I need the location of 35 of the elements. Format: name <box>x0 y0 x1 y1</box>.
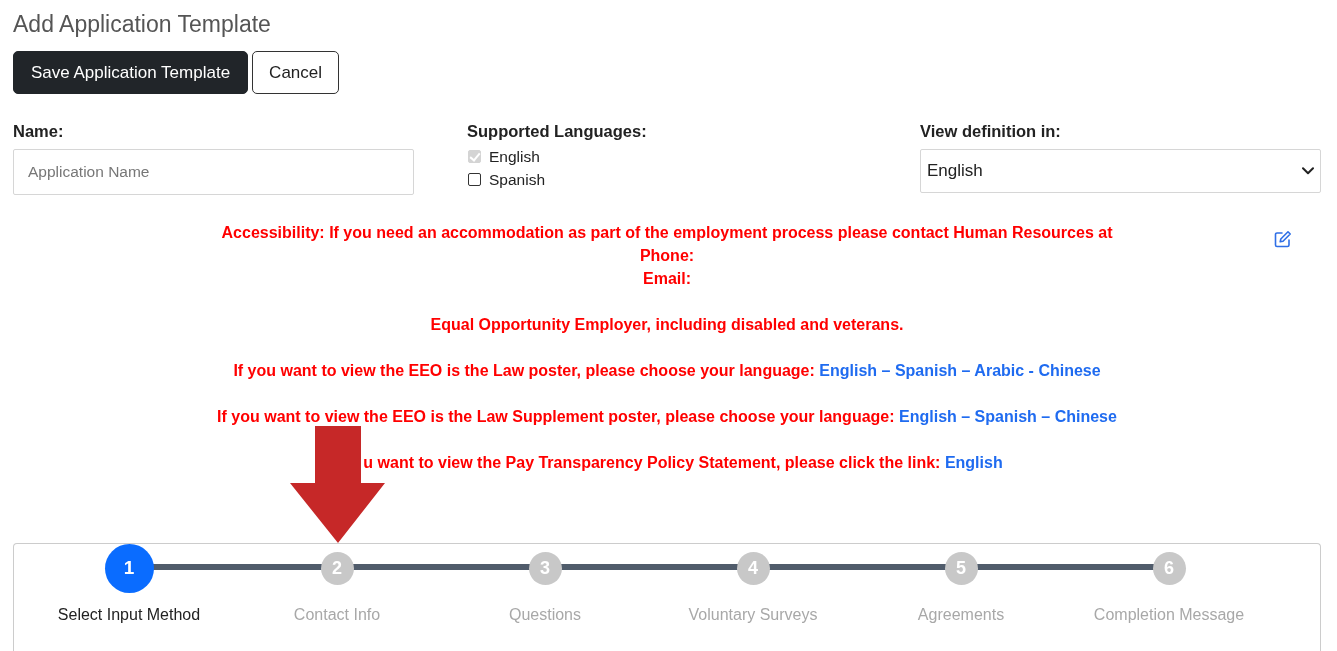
page-title: Add Application Template <box>13 10 272 38</box>
notice-text: Accessibility: If you need an accommodation as part of the employment process please contact Human Resources at <box>221 223 1113 243</box>
primary-button[interactable]: Save Application Template <box>13 51 249 94</box>
checkbox[interactable] <box>468 173 481 186</box>
language-link[interactable]: Arabic <box>974 362 1025 379</box>
outline-button[interactable]: Cancel <box>252 51 340 94</box>
notice-text: u want to view the Pay Transparency Policy Statement, please click the link: English <box>363 453 1003 473</box>
language-link[interactable]: English <box>819 362 878 379</box>
step-label[interactable]: Contact Info <box>293 605 381 625</box>
step-circle[interactable]: 1 <box>104 543 154 593</box>
notice-text: Phone: <box>639 246 695 266</box>
step-label[interactable]: Completion Message <box>1093 605 1245 625</box>
language-link[interactable]: Chinese <box>1054 408 1117 425</box>
notice-text: If you want to view the EEO is the Law Supplement poster, please choose your language: English – Spanish – Chinese <box>217 407 1117 427</box>
language-link[interactable]: Chinese <box>1038 362 1101 379</box>
step-label[interactable]: Select Input Method <box>57 605 201 625</box>
language-link[interactable]: Spanish <box>894 362 958 379</box>
edit-icon[interactable] <box>1274 230 1292 248</box>
notice-text: If you want to view the EEO is the Law poster, please choose your language: English – Spanish – Arabic - Chinese <box>233 361 1101 381</box>
language-link[interactable]: English <box>899 408 957 425</box>
field-label: Name: <box>13 122 65 140</box>
step-label[interactable]: Questions <box>508 605 581 625</box>
language-select[interactable]: English <box>920 149 1321 193</box>
checkbox-label: Spanish <box>489 170 545 189</box>
notice-text: Email: <box>643 269 691 289</box>
notice-text: Equal Opportunity Employer, including disabled and veterans. <box>430 315 904 335</box>
checkbox-label: English <box>489 147 540 166</box>
step-label[interactable]: Agreements <box>917 605 1005 625</box>
language-link[interactable]: English <box>944 454 1003 471</box>
name-input[interactable]: Application Name <box>13 149 414 195</box>
step-label[interactable]: Voluntary Surveys <box>688 605 818 625</box>
field-label: Supported Languages: <box>467 122 648 140</box>
chevron-down-icon <box>1302 167 1314 175</box>
language-link[interactable]: Spanish <box>974 408 1037 425</box>
field-label: View definition in: <box>920 122 1062 140</box>
